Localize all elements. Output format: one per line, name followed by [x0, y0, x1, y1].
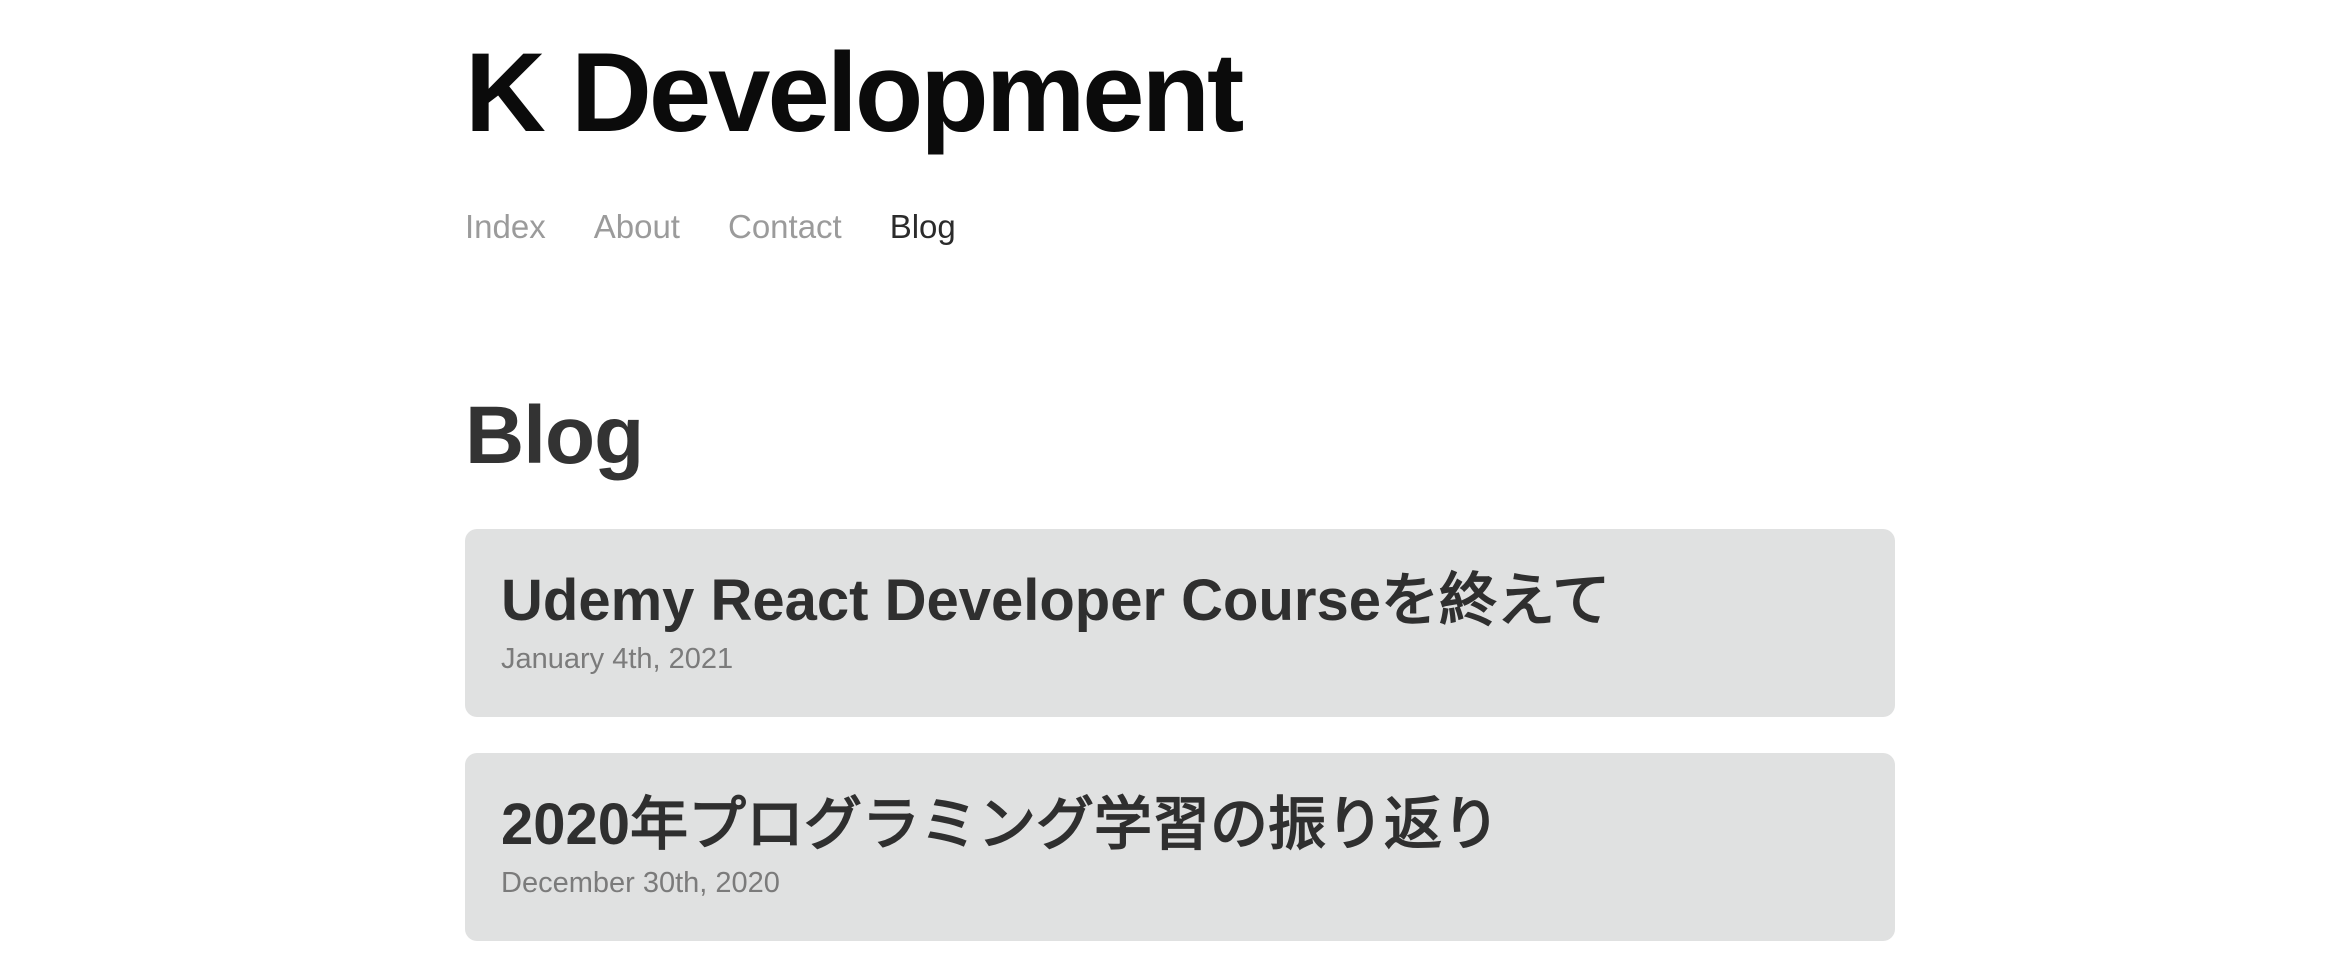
main-nav: Index About Contact Blog	[465, 204, 956, 250]
blog-post-date: January 4th, 2021	[501, 643, 734, 675]
blog-post-title[interactable]: 2020年プログラミング学習の振り返り	[501, 789, 1500, 861]
page-title: Blog	[465, 390, 644, 481]
site-title[interactable]: K Development	[465, 28, 1244, 158]
nav-link-about[interactable]: About	[594, 204, 680, 250]
nav-link-index[interactable]: Index	[465, 204, 546, 250]
nav-link-contact[interactable]: Contact	[728, 204, 842, 250]
blog-post-title[interactable]: Udemy React Developer Courseを終えて	[501, 565, 1610, 637]
blog-post-card[interactable]: 2020年プログラミング学習の振り返り December 30th, 2020	[465, 753, 1895, 941]
blog-post-date: December 30th, 2020	[501, 867, 780, 899]
nav-link-blog[interactable]: Blog	[890, 204, 956, 250]
blog-post-card[interactable]: Udemy React Developer Courseを終えて January…	[465, 529, 1895, 717]
